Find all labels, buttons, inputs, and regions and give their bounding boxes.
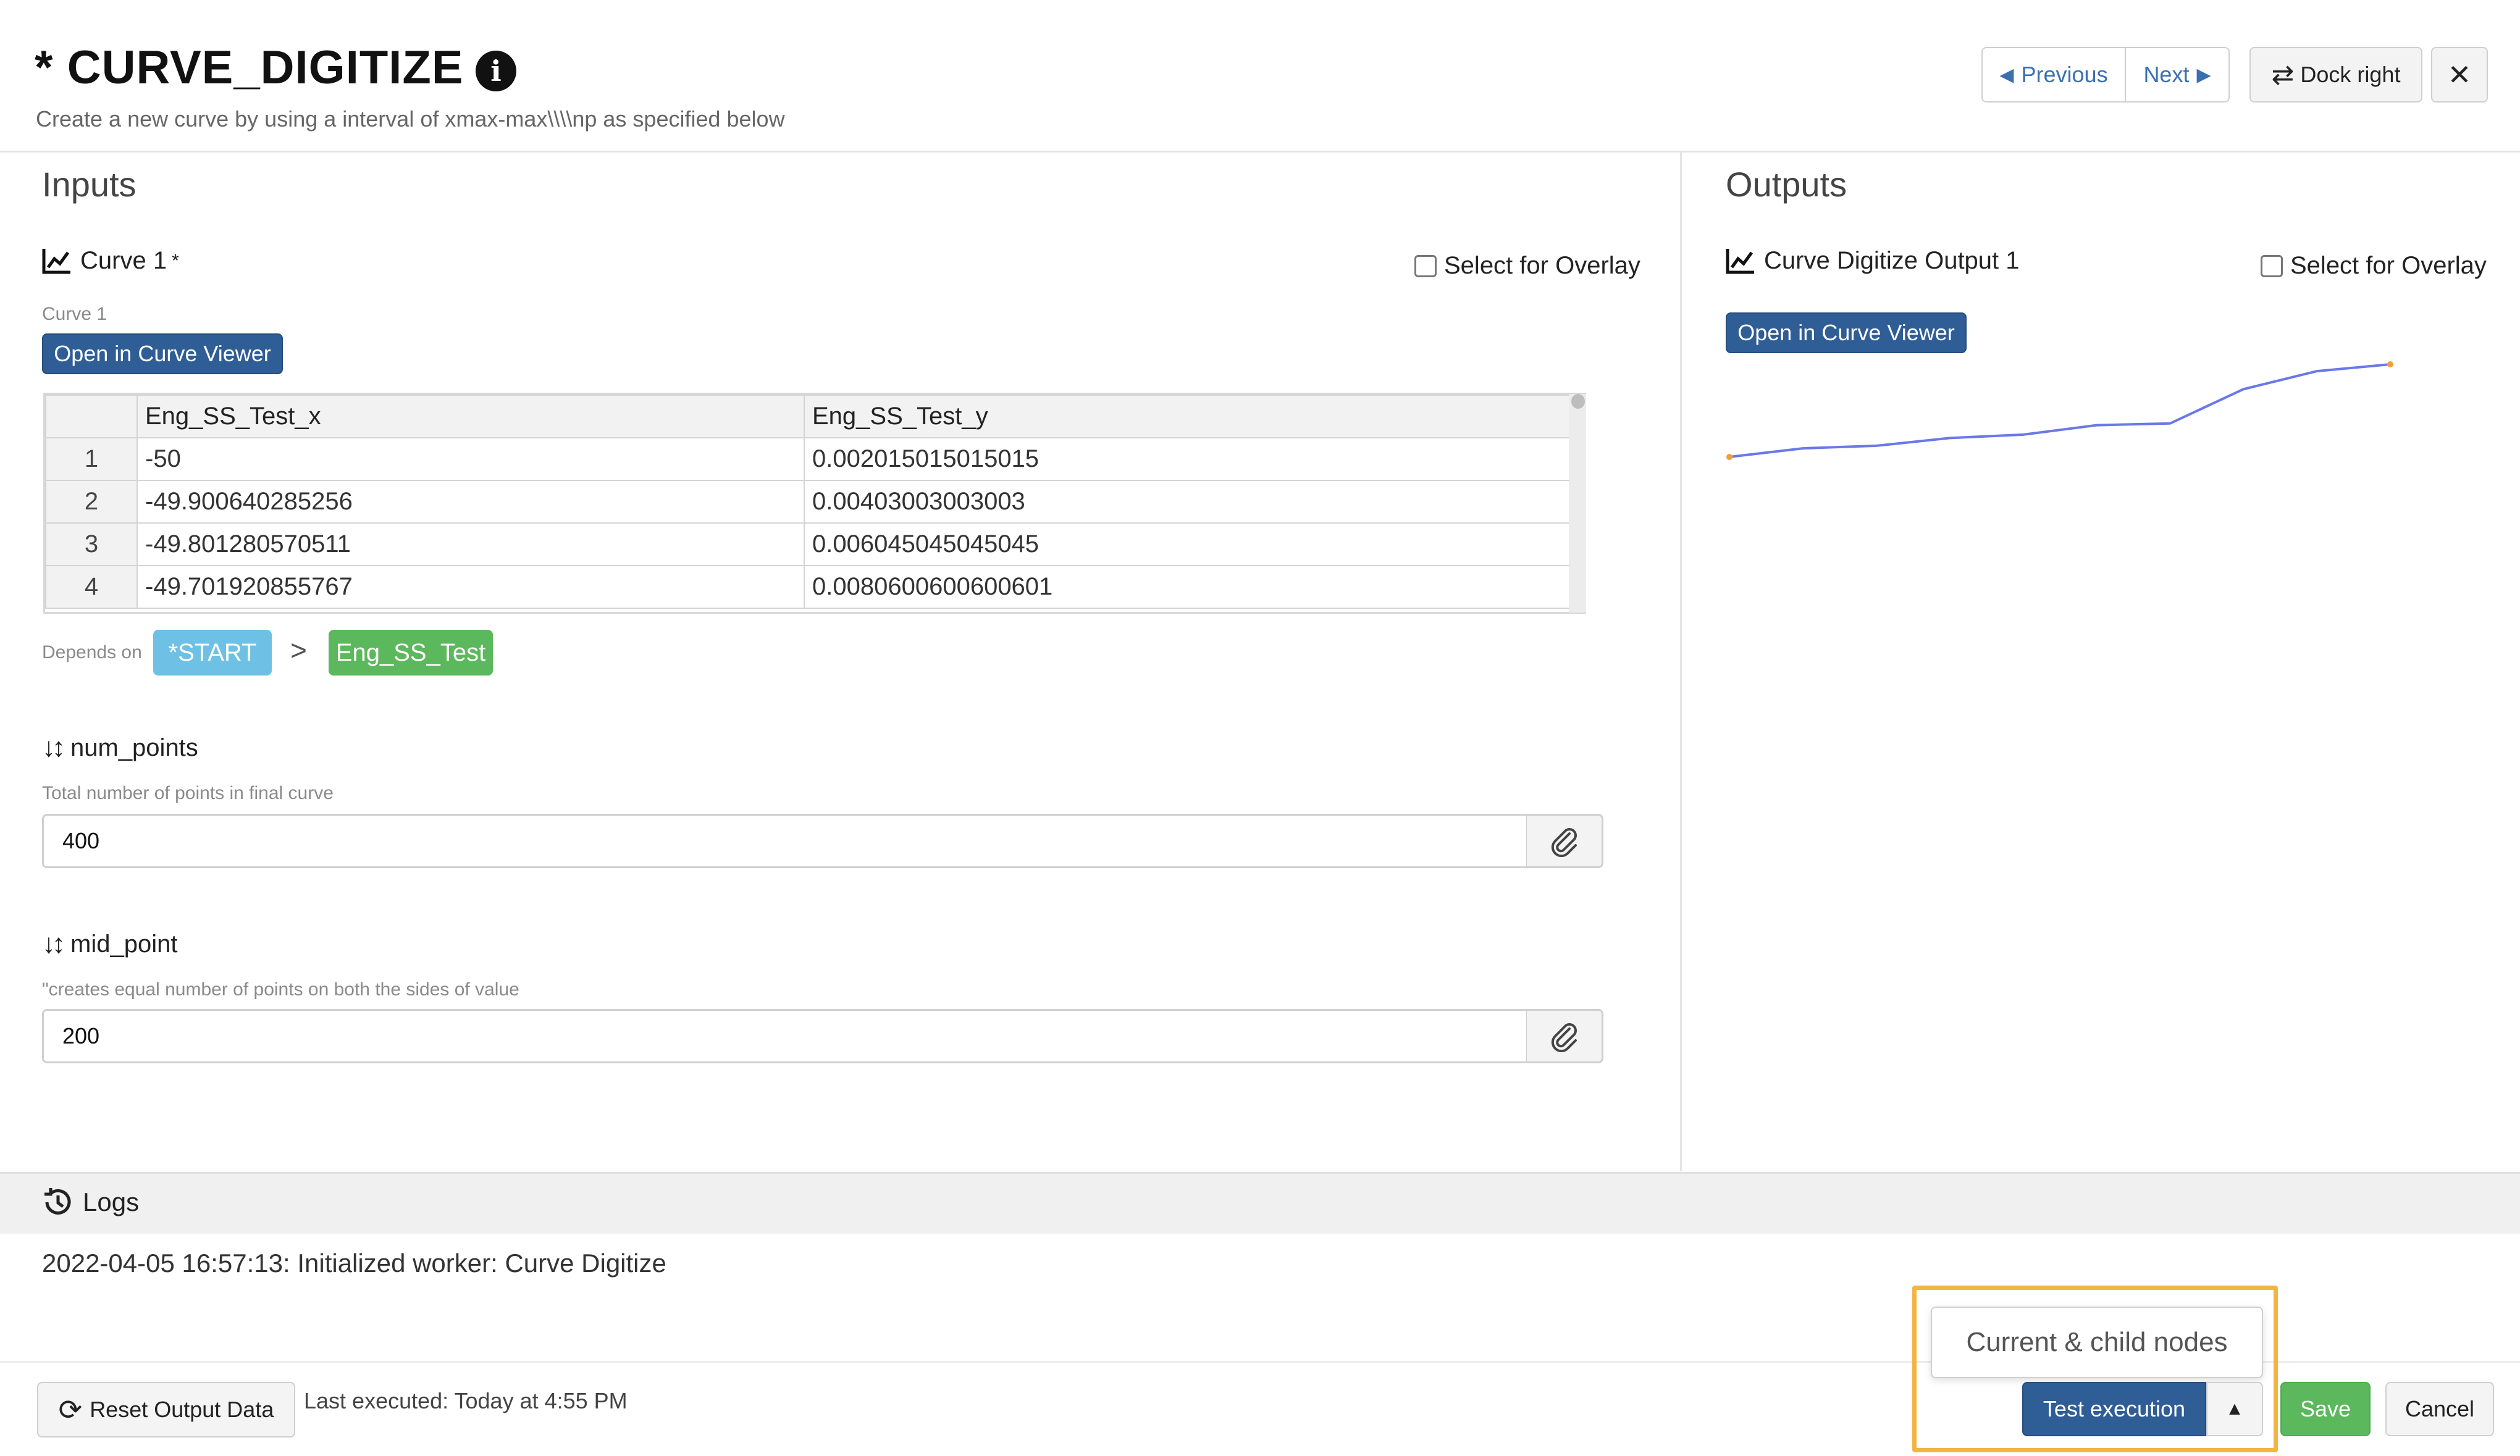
table-header-row: Eng_SS_Test_x Eng_SS_Test_y — [45, 395, 1571, 438]
num-points-text: num_points — [70, 734, 198, 761]
caret-left-icon: ◀ — [1999, 64, 2014, 85]
table-scroll-thumb[interactable] — [1571, 394, 1585, 409]
reset-label: Reset Output Data — [90, 1397, 274, 1422]
output-field-label: Curve Digitize Output 1 — [1726, 247, 2020, 275]
row-number: 3 — [45, 522, 138, 566]
reset-output-data-button[interactable]: ⟳ Reset Output Data — [37, 1382, 295, 1437]
save-button[interactable]: Save — [2280, 1382, 2371, 1436]
table-cell[interactable]: 0.00403003003003 — [804, 480, 1571, 524]
swap-arrows-icon: ⇄ — [2271, 59, 2295, 90]
inputs-title: Inputs — [42, 165, 136, 204]
table-cell[interactable]: -49.900640285256 — [136, 480, 805, 524]
table-cell[interactable]: -49.801280570511 — [136, 522, 805, 566]
mid-point-input[interactable]: 200 — [42, 1009, 1528, 1063]
logs-title: Logs — [83, 1187, 140, 1216]
overlay-label: Select for Overlay — [1444, 252, 1640, 279]
page-subtitle: Create a new curve by using a interval o… — [36, 106, 785, 132]
test-execution-dropdown-toggle[interactable]: ▲ — [2206, 1382, 2263, 1436]
log-entry: 2022-04-05 16:57:13: Initialized worker:… — [42, 1249, 666, 1278]
line-chart-icon — [42, 248, 70, 274]
series-line — [1729, 363, 2391, 458]
page-title: * CURVE_DIGITIZE — [35, 41, 464, 94]
curve-hint: Curve 1 — [42, 304, 107, 324]
mid-point-label: ↓↕ mid_point — [42, 929, 177, 960]
close-icon: ✕ — [2447, 59, 2472, 91]
num-points-label: ↓↕ num_points — [42, 732, 198, 763]
output-curve-preview — [1726, 361, 2393, 460]
table-cell[interactable]: -49.701920855767 — [136, 565, 805, 609]
line-chart-icon — [1726, 248, 1754, 274]
caret-right-icon: ▶ — [2196, 64, 2211, 85]
table-row[interactable]: 2 -49.900640285256 0.00403003003003 — [45, 480, 1571, 524]
column-header[interactable]: Eng_SS_Test_y — [804, 395, 1571, 438]
table-cell[interactable]: 0.006045045045045 — [804, 522, 1571, 566]
previous-label: Previous — [2021, 62, 2108, 87]
previous-button[interactable]: ◀ Previous — [1981, 47, 2126, 103]
num-points-hint: Total number of points in final curve — [42, 783, 334, 803]
cancel-button[interactable]: Cancel — [2385, 1382, 2494, 1436]
info-icon[interactable]: i — [476, 51, 516, 91]
column-header — [45, 395, 138, 438]
last-executed-text: Last executed: Today at 4:55 PM — [304, 1388, 628, 1413]
curve-table: Eng_SS_Test_x Eng_SS_Test_y 1 -50 0.0020… — [43, 393, 1586, 614]
row-number: 2 — [45, 480, 138, 524]
inputs-overlay-checkbox[interactable]: Select for Overlay — [1414, 252, 1640, 280]
paperclip-icon — [1551, 828, 1577, 857]
row-number: 1 — [45, 437, 138, 481]
output-label: Curve Digitize Output 1 — [1764, 247, 2020, 274]
history-icon — [44, 1188, 71, 1215]
num-points-attach-button[interactable] — [1527, 814, 1603, 868]
dock-right-label: Dock right — [2300, 62, 2401, 87]
next-label: Next — [2143, 62, 2190, 87]
chevron-right-icon: > — [290, 634, 307, 666]
mid-point-attach-button[interactable] — [1527, 1009, 1603, 1063]
table-cell[interactable]: 0.002015015015015 — [804, 437, 1571, 481]
test-execution-button[interactable]: Test execution — [2022, 1382, 2206, 1436]
table-row[interactable]: 1 -50 0.002015015015015 — [45, 437, 1571, 481]
required-mark: * — [172, 250, 179, 271]
mid-point-text: mid_point — [70, 930, 178, 958]
logs-title-row: Logs — [41, 1186, 139, 1219]
num-points-input[interactable]: 400 — [42, 814, 1528, 868]
checkbox[interactable] — [1414, 254, 1437, 277]
dependency-start-tag[interactable]: *START — [153, 630, 272, 676]
table-cell[interactable]: 0.0080600600600601 — [804, 565, 1571, 609]
refresh-icon: ⟳ — [58, 1394, 83, 1426]
mid-point-hint: "creates equal number of points on both … — [42, 979, 519, 1000]
table-row[interactable]: 3 -49.801280570511 0.006045045045045 — [45, 522, 1571, 566]
table-scrollbar[interactable] — [1569, 394, 1586, 613]
sort-numeric-icon: ↓↕ — [42, 732, 65, 763]
outputs-title: Outputs — [1726, 165, 1847, 204]
logs-header — [0, 1172, 2520, 1234]
close-button[interactable]: ✕ — [2431, 47, 2488, 103]
depends-on-label: Depends on — [42, 642, 142, 663]
table-cell[interactable]: -50 — [136, 437, 805, 481]
sort-numeric-icon: ↓↕ — [42, 929, 65, 959]
caret-up-icon: ▲ — [2225, 1399, 2244, 1419]
curve-field-label: Curve 1 * — [42, 247, 179, 275]
outputs-overlay-checkbox[interactable]: Select for Overlay — [2261, 252, 2487, 280]
dock-right-button[interactable]: ⇄ Dock right — [2249, 47, 2422, 103]
column-header[interactable]: Eng_SS_Test_x — [136, 395, 805, 438]
start-point — [1726, 454, 1732, 460]
header-divider — [0, 151, 2520, 153]
end-point — [2387, 361, 2393, 367]
menu-item-current-child-nodes[interactable]: Current & child nodes — [1931, 1307, 2263, 1378]
row-number: 4 — [45, 565, 138, 609]
overlay-label: Select for Overlay — [2290, 252, 2487, 279]
dependency-eng-tag[interactable]: Eng_SS_Test — [329, 630, 493, 676]
next-button[interactable]: Next ▶ — [2125, 47, 2230, 103]
open-curve-viewer-button[interactable]: Open in Curve Viewer — [42, 333, 283, 374]
curve-label: Curve 1 — [80, 247, 167, 274]
table-row[interactable]: 4 -49.701920855767 0.0080600600600601 — [45, 565, 1571, 609]
panel-divider — [1680, 152, 1682, 1171]
paperclip-icon — [1551, 1023, 1577, 1052]
checkbox[interactable] — [2261, 254, 2283, 277]
